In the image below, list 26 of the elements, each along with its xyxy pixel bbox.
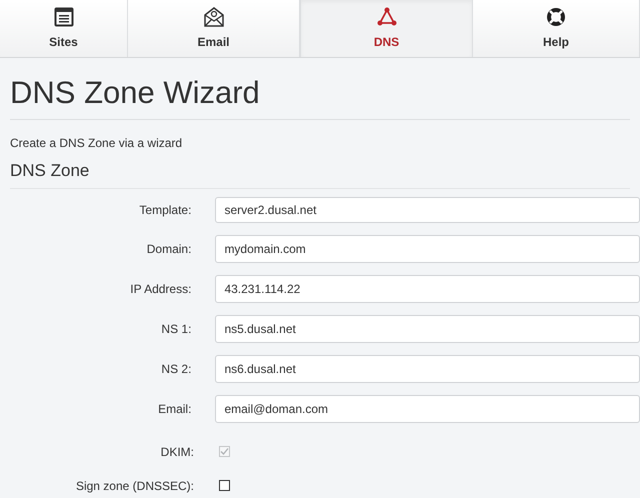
input-field[interactable]: ns6.dusal.net xyxy=(215,354,640,382)
checkbox[interactable] xyxy=(219,480,230,491)
input-field[interactable]: email@doman.com xyxy=(215,394,640,422)
description: Create a DNS Zone via a wizard xyxy=(10,135,184,152)
input-field[interactable]: mydomain.com xyxy=(215,234,640,262)
page-title: DNS Zone Wizard xyxy=(10,58,630,120)
field-label: NS 2: xyxy=(160,360,192,378)
field-label: Template: xyxy=(138,202,192,218)
nav-tab[interactable]: Help xyxy=(473,0,640,57)
input-field[interactable]: 43.231.114.22 xyxy=(215,274,640,302)
lifebuoy-icon xyxy=(546,6,566,26)
network-triangle-icon xyxy=(376,6,398,26)
envelope-icon xyxy=(202,6,224,26)
input-field[interactable]: ns5.dusal.net xyxy=(215,314,640,342)
field-label: Email: xyxy=(157,400,192,418)
browser-window-icon xyxy=(54,6,74,26)
section-heading: DNS Zone xyxy=(10,158,630,188)
nav-tab[interactable]: Sites xyxy=(0,0,128,57)
nav-tab[interactable]: Email xyxy=(128,0,300,57)
field-label: Domain: xyxy=(146,240,192,258)
template-select[interactable]: server2.dusal.net xyxy=(215,196,640,222)
nav-tab[interactable]: DNS xyxy=(300,0,473,57)
field-label: IP Address: xyxy=(129,280,192,298)
field-label: DKIM: xyxy=(160,444,194,460)
field-label: NS 1: xyxy=(160,320,192,338)
field-label: Sign zone (DNSSEC): xyxy=(74,478,194,494)
